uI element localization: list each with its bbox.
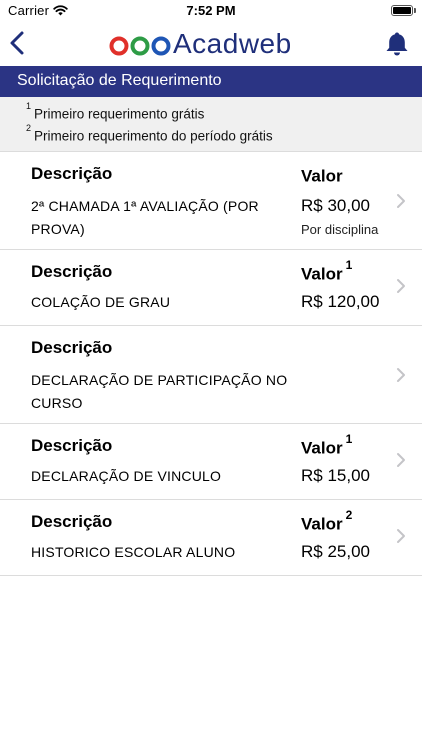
value-amount: R$ 30,00 bbox=[301, 196, 370, 215]
note-text: Primeiro requerimento do período grátis bbox=[34, 128, 273, 144]
value-header: Valor bbox=[301, 166, 343, 186]
description-value: HISTORICO ESCOLAR ALUNO bbox=[31, 544, 236, 560]
logo-text: Acadweb bbox=[173, 28, 292, 59]
clock-label: 7:52 PM bbox=[186, 3, 236, 18]
description-value: DECLARAÇÃO DE VINCULO bbox=[31, 468, 222, 484]
value-header: Valor 2 bbox=[301, 508, 353, 534]
chevron-left-icon bbox=[10, 31, 24, 55]
back-button[interactable] bbox=[6, 28, 30, 58]
value-mark: 2 bbox=[345, 508, 353, 522]
value-amount: R$ 15,00 bbox=[301, 466, 370, 485]
request-row[interactable]: Descrição COLAÇÃO DE GRAU Valor 1 R$ 120,… bbox=[0, 250, 422, 326]
value-note: Por disciplina bbox=[301, 222, 379, 237]
status-bar: Carrier 7:52 PM bbox=[0, 0, 422, 22]
value-mark: 1 bbox=[345, 258, 353, 272]
request-row[interactable]: Descrição HISTORICO ESCOLAR ALUNO Valor 2… bbox=[0, 500, 422, 576]
description-header: Descrição bbox=[31, 262, 113, 281]
section-title: Solicitação de Requerimento bbox=[17, 72, 222, 89]
description-value: COLAÇÃO DE GRAU bbox=[31, 294, 171, 310]
description-header: Descrição bbox=[31, 338, 113, 357]
chevron-right-icon bbox=[397, 529, 405, 543]
chevron-right-icon bbox=[397, 453, 405, 467]
value-mark: 1 bbox=[345, 432, 353, 446]
battery-tip bbox=[414, 8, 416, 13]
value-amount: R$ 120,00 bbox=[301, 292, 380, 311]
bell-icon bbox=[386, 32, 408, 56]
notifications-button[interactable] bbox=[384, 30, 410, 58]
value-header: Valor 1 bbox=[301, 432, 353, 458]
request-row[interactable]: Descrição DECLARAÇÃO DE PARTICIPAÇÃO NO … bbox=[0, 326, 422, 424]
request-row[interactable]: Descrição DECLARAÇÃO DE VINCULO Valor 1 R… bbox=[0, 424, 422, 500]
note-free-first: 1Primeiro requerimento grátis bbox=[26, 101, 205, 122]
value-amount: R$ 25,00 bbox=[301, 542, 370, 561]
nav-bar: Acadweb bbox=[0, 22, 422, 66]
battery-icon bbox=[391, 5, 413, 16]
section-header: Solicitação de Requerimento bbox=[0, 66, 422, 97]
request-list: Descrição 2ª CHAMADA 1ª AVALIAÇÃO (POR P… bbox=[0, 152, 422, 576]
chevron-right-icon bbox=[397, 194, 405, 208]
description-value: DECLARAÇÃO DE PARTICIPAÇÃO NO CURSO bbox=[31, 372, 288, 411]
acadweb-logo: Acadweb bbox=[109, 26, 314, 62]
note-text: Primeiro requerimento grátis bbox=[34, 106, 205, 122]
logo-rings-icon bbox=[109, 36, 171, 56]
note-mark: 1 bbox=[26, 101, 32, 111]
value-header: Valor 1 bbox=[301, 258, 353, 284]
fee-notes: 1Primeiro requerimento grátis 2Primeiro … bbox=[0, 97, 422, 152]
chevron-right-icon bbox=[397, 368, 405, 382]
chevron-right-icon bbox=[397, 279, 405, 293]
description-header: Descrição bbox=[31, 436, 113, 455]
request-row[interactable]: Descrição 2ª CHAMADA 1ª AVALIAÇÃO (POR P… bbox=[0, 152, 422, 250]
note-mark: 2 bbox=[26, 123, 32, 133]
description-header: Descrição bbox=[31, 164, 113, 183]
description-header: Descrição bbox=[31, 512, 113, 531]
description-value: 2ª CHAMADA 1ª AVALIAÇÃO (POR PROVA) bbox=[31, 198, 259, 237]
note-free-period: 2Primeiro requerimento do período grátis bbox=[26, 123, 273, 144]
